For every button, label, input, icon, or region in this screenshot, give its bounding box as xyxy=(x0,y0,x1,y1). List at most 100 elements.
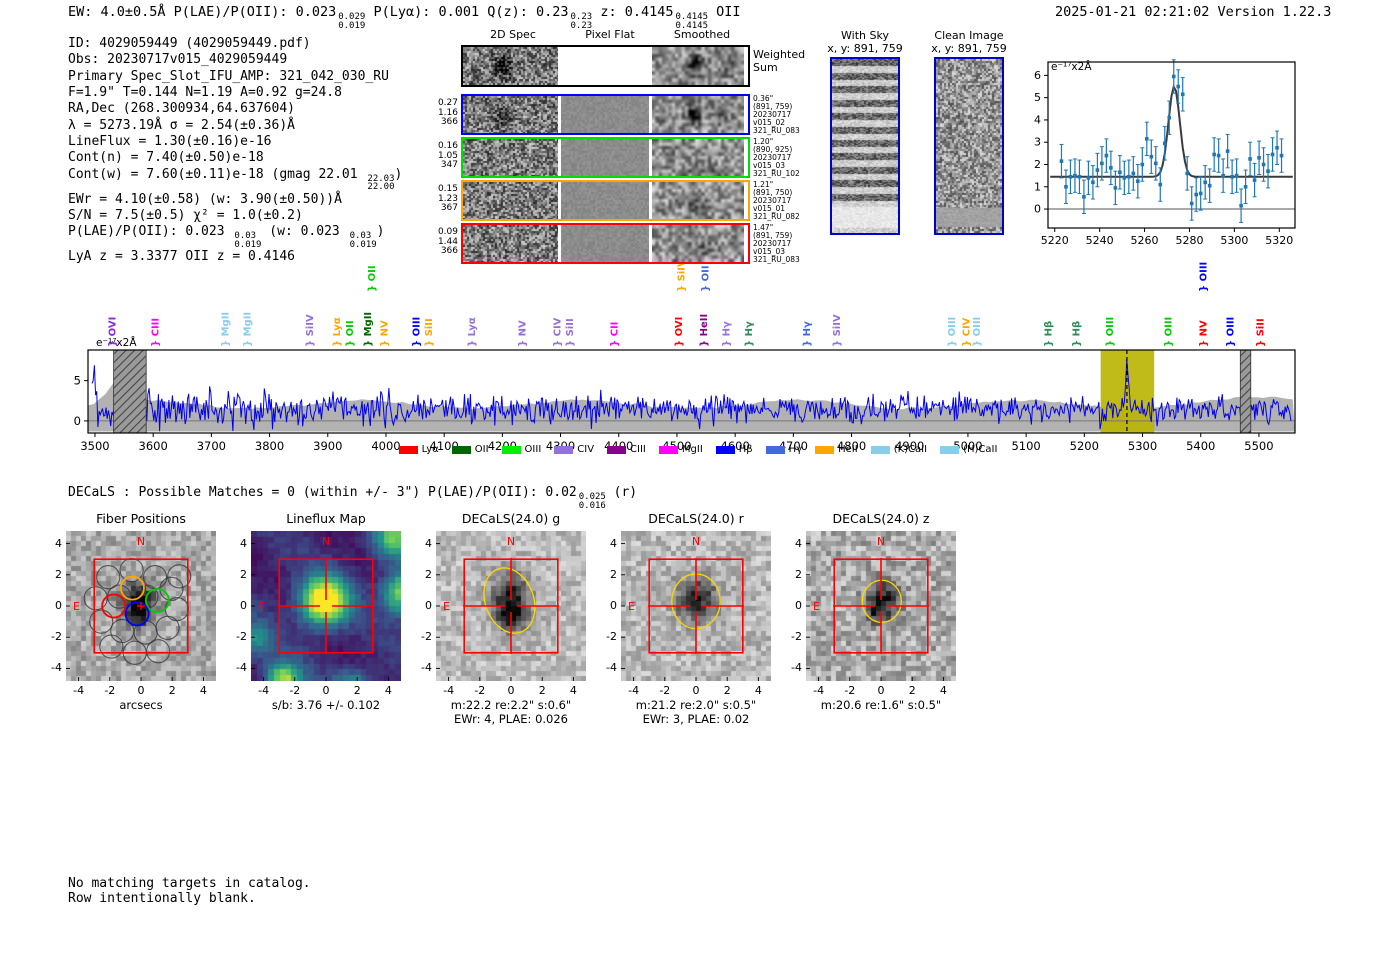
legend-label: MgII xyxy=(681,444,703,455)
line-fit-plot-ylabel: e⁻¹⁷x2Å xyxy=(1051,61,1092,73)
cutout-overlay: NE xyxy=(436,535,574,681)
svg-text:0: 0 xyxy=(1034,203,1041,216)
spec2d-fiber-row xyxy=(461,180,750,221)
cleanimage-panel xyxy=(934,57,1004,235)
full-spectrum-ylabel: e⁻¹⁷x2Å xyxy=(96,337,137,349)
legend-swatch xyxy=(398,445,418,454)
cutout-xtick: -4 xyxy=(813,684,825,697)
cutout-xtick: 2 xyxy=(353,684,361,697)
legend-label: CIII xyxy=(630,444,646,455)
stacked-error-value: 0.03 0.019 xyxy=(234,231,262,250)
svg-text:3: 3 xyxy=(1034,136,1041,149)
legend-label: Hγ xyxy=(788,444,803,455)
spec2d-row-right-labels: 0.36" (891, 759) 20230717 v015_02 321_RU_083 xyxy=(753,94,800,135)
spec2d-col-header-smoothed: Smoothed xyxy=(673,28,731,41)
cutout-ytick: 0 xyxy=(425,599,432,612)
cutout-ytick: 4 xyxy=(55,536,62,550)
info-line: λ = 5273.19Å σ = 2.54(±0.36)Å xyxy=(68,117,295,133)
cutout-ytick: 0 xyxy=(610,599,617,612)
cutout-xtick: 0 xyxy=(692,684,700,697)
spectrum-line-label: } SiIV xyxy=(305,314,316,347)
stacked-error-value: 0.03 0.019 xyxy=(349,231,377,250)
cutout-ytick: 2 xyxy=(55,567,62,581)
svg-text:5: 5 xyxy=(1034,91,1041,104)
info-line: S/N = 7.5(±0.5) χ² = 1.0(±0.2) xyxy=(68,208,303,224)
legend-item: CIV xyxy=(554,444,594,455)
svg-text:2: 2 xyxy=(1034,158,1041,171)
spec2d-smoothed-image xyxy=(652,139,744,176)
withsky-panel xyxy=(830,57,900,235)
spectrum-line-label: } NV xyxy=(518,320,529,347)
spec2d-weighted-sum-label: Weighted Sum xyxy=(753,48,806,74)
spectrum-line-label: } Lyα xyxy=(332,317,343,347)
stacked-error-value: 22.03 22.00 xyxy=(367,173,395,193)
spec2d-row-left-labels: 0.09 1.44 366 xyxy=(437,227,458,256)
spec2d-smoothed-image xyxy=(652,96,744,133)
footer-line-1: No matching targets in catalog. xyxy=(68,876,311,891)
legend-item: OII xyxy=(451,444,489,455)
cutout-overlay: NE xyxy=(621,535,759,681)
spec2d-row-left-labels: 0.27 1.16 366 xyxy=(437,98,458,127)
spec2d-row-left-labels: 0.15 1.23 367 xyxy=(437,184,458,213)
legend-label: OII xyxy=(474,444,489,455)
spectrum-line-label: } OIII xyxy=(1164,317,1175,347)
cutout-ytick: 2 xyxy=(610,567,617,581)
cutout-xlabel: arcsecs xyxy=(119,698,163,712)
legend-label: HeII xyxy=(838,444,858,455)
spectrum-line-label: } MgII xyxy=(242,312,253,347)
info-line: P(LAE)/P(OII): 0.023 0.03 0.019 (w: 0.023… xyxy=(68,224,385,250)
spectrum-line-label: } CIV xyxy=(553,317,564,347)
cleanimage-image xyxy=(936,59,1002,233)
info-line: LineFlux = 1.30(±0.16)e-16 xyxy=(68,134,272,150)
cutout-xtick: -4 xyxy=(443,684,455,697)
spec2d-raw-image xyxy=(463,225,558,262)
cutout-xtick: -2 xyxy=(289,684,301,697)
spectrum-line-label: } OIII xyxy=(947,317,958,347)
spectrum-line-label: } SiII xyxy=(424,318,435,347)
cutout-xtick: 2 xyxy=(538,684,546,697)
spectrum-line-label: } MgII xyxy=(220,312,231,347)
legend-item: (K)CaII xyxy=(870,444,927,455)
cutout-ytick: -4 xyxy=(791,661,802,675)
line-fit-plot: 5220 5240 5260 5280 5300 5320 0 1 2 3 4 5 6 xyxy=(1034,59,1296,247)
elixer-report-page: { "header": { "left_segments": [ {"t":"E… xyxy=(0,0,1400,953)
cutout-ytick: 2 xyxy=(795,567,802,581)
detection-info-block: ID: 4029059449 (4029059449.pdf) Obs: 2023… xyxy=(68,36,402,266)
spec2d-row-right-labels: 1.20" (890, 925) 20230717 v015_03 321_RU_102 xyxy=(753,137,800,178)
cutout-xtick: -2 xyxy=(104,684,116,697)
spectrum-line-label: } SiIV xyxy=(832,314,843,347)
legend-swatch xyxy=(451,445,471,454)
spec2d-smoothed-image xyxy=(652,225,744,262)
cutout-ytick: 4 xyxy=(795,536,802,550)
spec2d-row-right-labels: 1.21" (891, 750) 20230717 v015_01 321_RU_082 xyxy=(753,180,800,221)
cutout-ytick: -2 xyxy=(606,630,617,644)
cutout-xtick: -2 xyxy=(844,684,856,697)
spectrum-line-label: } Hγ xyxy=(802,321,813,347)
cutout-xtick: -4 xyxy=(628,684,640,697)
spec2d-smoothed-image xyxy=(652,47,744,85)
svg-text:5300: 5300 xyxy=(1220,234,1248,247)
spectrum-line-label: } OIII xyxy=(1105,317,1116,347)
cutout-overlay: NE xyxy=(251,535,389,681)
north-label: N xyxy=(137,535,145,548)
decals-matches-line: DECaLS : Possible Matches = 0 (within +/… xyxy=(68,485,638,511)
cutout-ytick: -4 xyxy=(51,661,62,675)
cutout-xtick: 4 xyxy=(939,684,947,697)
cleanimage-title: Clean Image x, y: 891, 759 xyxy=(931,29,1007,55)
legend-item: Lyα xyxy=(398,444,439,455)
full-spectrum-plot: 3500360037003800390040004100420043004400… xyxy=(74,259,1296,453)
spectrum-line-label: } NV xyxy=(1199,320,1210,347)
legend-item: Hγ xyxy=(765,444,803,455)
svg-text:5220: 5220 xyxy=(1041,234,1069,247)
info-line: RA,Dec (268.300934,64.637604) xyxy=(68,101,295,117)
spec2d-weighted-row xyxy=(461,45,750,87)
summary-header-line: EW: 4.0±0.5Å P(LAE)/P(OII): 0.023 0.029 0.… xyxy=(68,4,741,31)
svg-text:5320: 5320 xyxy=(1265,234,1293,247)
legend-swatch xyxy=(501,445,521,454)
spec2d-pixelflat-image xyxy=(561,225,649,262)
legend-label: OIII xyxy=(524,444,542,455)
spectrum-line-label: } MgII xyxy=(363,312,374,347)
info-line: EWr = 4.10(±0.58) (w: 3.90(±0.50))Å xyxy=(68,191,342,207)
spec2d-raw-image xyxy=(463,139,558,176)
cutout-xtick: 0 xyxy=(137,684,145,697)
